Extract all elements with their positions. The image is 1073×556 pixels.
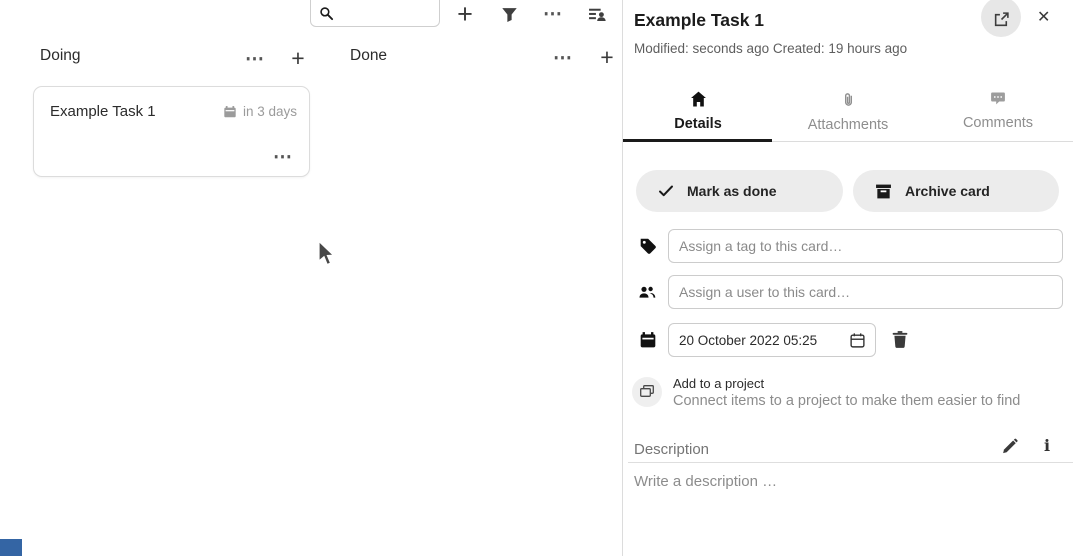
add-list-button[interactable]: + (454, 0, 476, 28)
calendar-picker-icon[interactable] (849, 332, 866, 349)
plus-icon: + (457, 1, 473, 28)
mouse-cursor (316, 240, 335, 267)
archive-card-label: Archive card (905, 183, 990, 199)
edit-description-button[interactable] (1001, 438, 1018, 455)
archive-icon (875, 183, 892, 200)
assignee-list-icon (588, 5, 607, 23)
comments-icon (990, 91, 1006, 106)
panel-title: Example Task 1 (634, 10, 764, 31)
close-panel-button[interactable]: ✕ (1037, 7, 1050, 27)
details-tabbar: Details Attachments Comments (623, 85, 1073, 142)
plus-icon: + (291, 47, 304, 70)
active-tab-indicator (623, 139, 772, 142)
mark-as-done-button[interactable]: Mark as done (636, 170, 843, 212)
column-doing-add-card-button[interactable]: + (287, 44, 309, 72)
panel-meta: Modified: seconds ago Created: 19 hours … (634, 41, 907, 56)
description-info-icon[interactable]: i (1044, 436, 1050, 455)
column-doing-menu-button[interactable]: ⋯ (243, 45, 267, 73)
column-title-done: Done (350, 47, 387, 65)
home-icon (690, 91, 707, 107)
mark-as-done-label: Mark as done (687, 183, 776, 199)
tag-icon (639, 237, 657, 255)
kanban-app-window: + ⋯ Doing ⋯ + Done ⋯ + Example Task 1 in… (0, 0, 1073, 556)
check-icon (658, 184, 674, 198)
card-menu-button[interactable]: ⋯ (273, 148, 293, 167)
project-stack-icon (639, 384, 655, 400)
assign-user-input[interactable] (668, 275, 1063, 309)
task-card[interactable]: Example Task 1 in 3 days ⋯ (33, 86, 310, 177)
card-due-date: in 3 days (223, 104, 297, 119)
column-title-doing: Doing (40, 47, 81, 65)
description-placeholder[interactable]: Write a description … (634, 473, 777, 490)
add-to-project-title: Add to a project (673, 376, 764, 391)
tab-comments[interactable]: Comments (923, 85, 1073, 141)
column-done-add-card-button[interactable]: + (596, 43, 618, 71)
paperclip-icon (841, 91, 856, 108)
users-icon (638, 283, 656, 301)
due-date-field[interactable]: 20 October 2022 05:25 (668, 323, 876, 357)
add-to-project-subtitle: Connect items to a project to make them … (673, 393, 1020, 409)
tab-label: Details (674, 116, 722, 132)
assignee-filter-button[interactable] (585, 0, 609, 28)
column-done-menu-button[interactable]: ⋯ (551, 44, 575, 72)
calendar-icon (639, 331, 657, 349)
tab-label: Attachments (808, 117, 889, 133)
open-in-window-button[interactable] (981, 0, 1021, 37)
external-link-icon (993, 11, 1010, 28)
tab-label: Comments (963, 115, 1033, 131)
panel-divider (622, 0, 623, 556)
card-title: Example Task 1 (50, 103, 156, 120)
archive-card-button[interactable]: Archive card (853, 170, 1059, 212)
add-to-project-button[interactable] (632, 377, 662, 407)
tab-attachments[interactable]: Attachments (773, 85, 923, 141)
card-due-label: in 3 days (243, 104, 297, 119)
bottom-left-accent-square (0, 539, 22, 556)
remove-due-date-button[interactable] (891, 330, 909, 349)
assign-tag-input[interactable] (668, 229, 1063, 263)
due-date-value: 20 October 2022 05:25 (679, 333, 849, 348)
ellipsis-icon: ⋯ (245, 50, 265, 69)
calendar-icon (223, 105, 237, 119)
description-divider (628, 462, 1073, 463)
funnel-icon (501, 6, 518, 23)
tab-details[interactable]: Details (623, 85, 773, 141)
search-icon (319, 6, 334, 21)
plus-icon: + (600, 46, 613, 69)
search-input[interactable] (310, 0, 440, 27)
filter-button[interactable] (498, 0, 520, 28)
ellipsis-icon: ⋯ (553, 49, 573, 68)
description-label: Description (634, 441, 709, 458)
board-menu-button[interactable]: ⋯ (541, 0, 565, 28)
ellipsis-icon: ⋯ (543, 5, 563, 24)
